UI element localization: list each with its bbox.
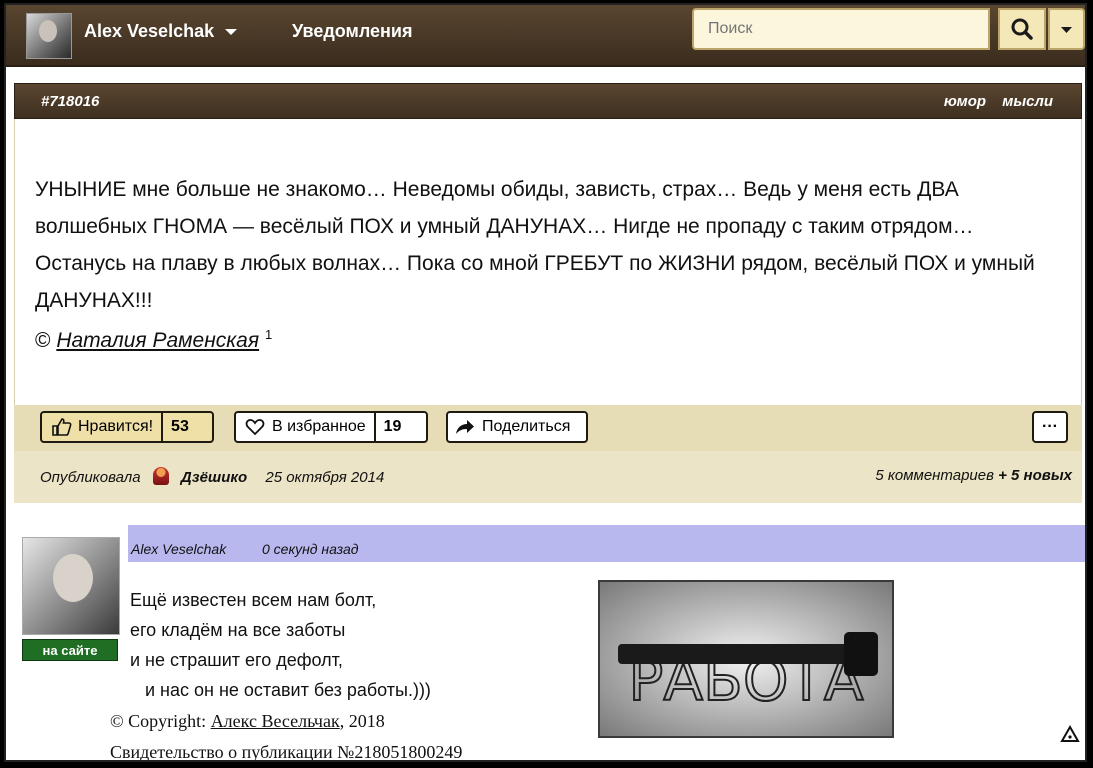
- publish-info: Опубликовала Дзёшико 25 октября 2014: [40, 467, 384, 486]
- publish-date: 25 октября 2014: [265, 469, 385, 486]
- more-options-button[interactable]: ···: [1032, 411, 1068, 443]
- like-label: Нравится!: [78, 418, 154, 435]
- user-avatar[interactable]: [26, 13, 72, 59]
- user-name: Alex Veselchak: [84, 21, 215, 41]
- new-comments: + 5 новых: [998, 467, 1072, 484]
- comment-copyright: © Copyright: Алекс Весельчак, 2018 Свиде…: [110, 706, 463, 762]
- comment-image[interactable]: РАБОТА: [598, 580, 894, 738]
- share-button[interactable]: Поделиться: [446, 411, 588, 443]
- comments-count: 5 комментариев: [875, 467, 994, 484]
- like-count: 53: [161, 413, 197, 441]
- comment-header: Alex Veselchak 0 секунд назад: [128, 525, 1085, 562]
- user-menu[interactable]: Alex Veselchak: [84, 21, 238, 42]
- post-tags: юмор мысли: [932, 93, 1053, 110]
- comments-link[interactable]: 5 комментариев + 5 новых: [875, 467, 1072, 484]
- author-link[interactable]: Наталия Раменская: [56, 329, 259, 352]
- publisher-link[interactable]: Дзёшико: [181, 469, 247, 486]
- copyright-year: , 2018: [339, 711, 385, 731]
- post-header: #718016 юмор мысли: [14, 83, 1082, 119]
- comment-time: 0 секунд назад: [262, 541, 359, 557]
- post-text: УНЫНИЕ мне больше не знакомо… Неведомы о…: [35, 178, 1035, 312]
- post-meta: Опубликовала Дзёшико 25 октября 2014 5 к…: [14, 451, 1082, 503]
- author-line: © Наталия Раменская 1: [35, 327, 272, 353]
- online-badge: на сайте: [22, 639, 118, 661]
- thumbs-up-icon: [52, 418, 72, 436]
- heart-icon: [245, 419, 265, 436]
- post-id[interactable]: #718016: [41, 93, 99, 110]
- share-label: Поделиться: [482, 418, 571, 435]
- comment-avatar[interactable]: [22, 537, 120, 635]
- author-note[interactable]: 1: [265, 327, 272, 342]
- favorite-button[interactable]: В избранное 19: [234, 411, 428, 443]
- like-button[interactable]: Нравится! 53: [40, 411, 214, 443]
- bolt-rabota-image: РАБОТА: [600, 582, 892, 736]
- copyright-author-link[interactable]: Алекс Весельчак: [211, 711, 340, 731]
- poem-line: и не страшит его дефолт,: [130, 650, 343, 670]
- poem-line: Ещё известен всем нам болт,: [130, 590, 377, 610]
- favorite-label: В избранное: [272, 418, 366, 435]
- search-input[interactable]: [692, 8, 990, 50]
- copyright-prefix: © Copyright:: [110, 711, 207, 731]
- comment-author[interactable]: Alex Veselchak: [131, 541, 226, 557]
- post-actions: Нравится! 53 В избранное 19 Поделиться ·…: [14, 405, 1082, 451]
- warning-triangle-icon: [1060, 724, 1080, 742]
- caret-down-icon: [225, 29, 238, 36]
- search-icon: [1011, 18, 1033, 40]
- post-body: УНЫНИЕ мне больше не знакомо… Неведомы о…: [14, 119, 1082, 405]
- top-navbar: Alex Veselchak Уведомления: [6, 5, 1085, 67]
- caret-down-icon: [1061, 27, 1072, 33]
- published-label: Опубликовала: [40, 469, 141, 486]
- comment-poem: Ещё известен всем нам болт, его кладём н…: [130, 585, 431, 705]
- tag-link[interactable]: мысли: [1002, 93, 1053, 110]
- publication-certificate: Свидетельство о публикации №218051800249: [110, 742, 463, 762]
- notifications-link[interactable]: Уведомления: [292, 21, 413, 42]
- poem-line: и нас он не оставит без работы.))): [130, 680, 431, 700]
- screenshot-frame: Alex Veselchak Уведомления #718016 юмор …: [4, 3, 1087, 762]
- search-options-button[interactable]: [1048, 8, 1085, 50]
- share-arrow-icon: [456, 420, 474, 434]
- search-button[interactable]: [998, 8, 1046, 50]
- poem-line: его кладём на все заботы: [130, 620, 346, 640]
- favorite-count: 19: [373, 413, 410, 441]
- tag-link[interactable]: юмор: [944, 93, 986, 110]
- report-icon[interactable]: [1060, 724, 1080, 748]
- user-icon: [152, 467, 169, 485]
- copyright-sign: ©: [35, 329, 51, 352]
